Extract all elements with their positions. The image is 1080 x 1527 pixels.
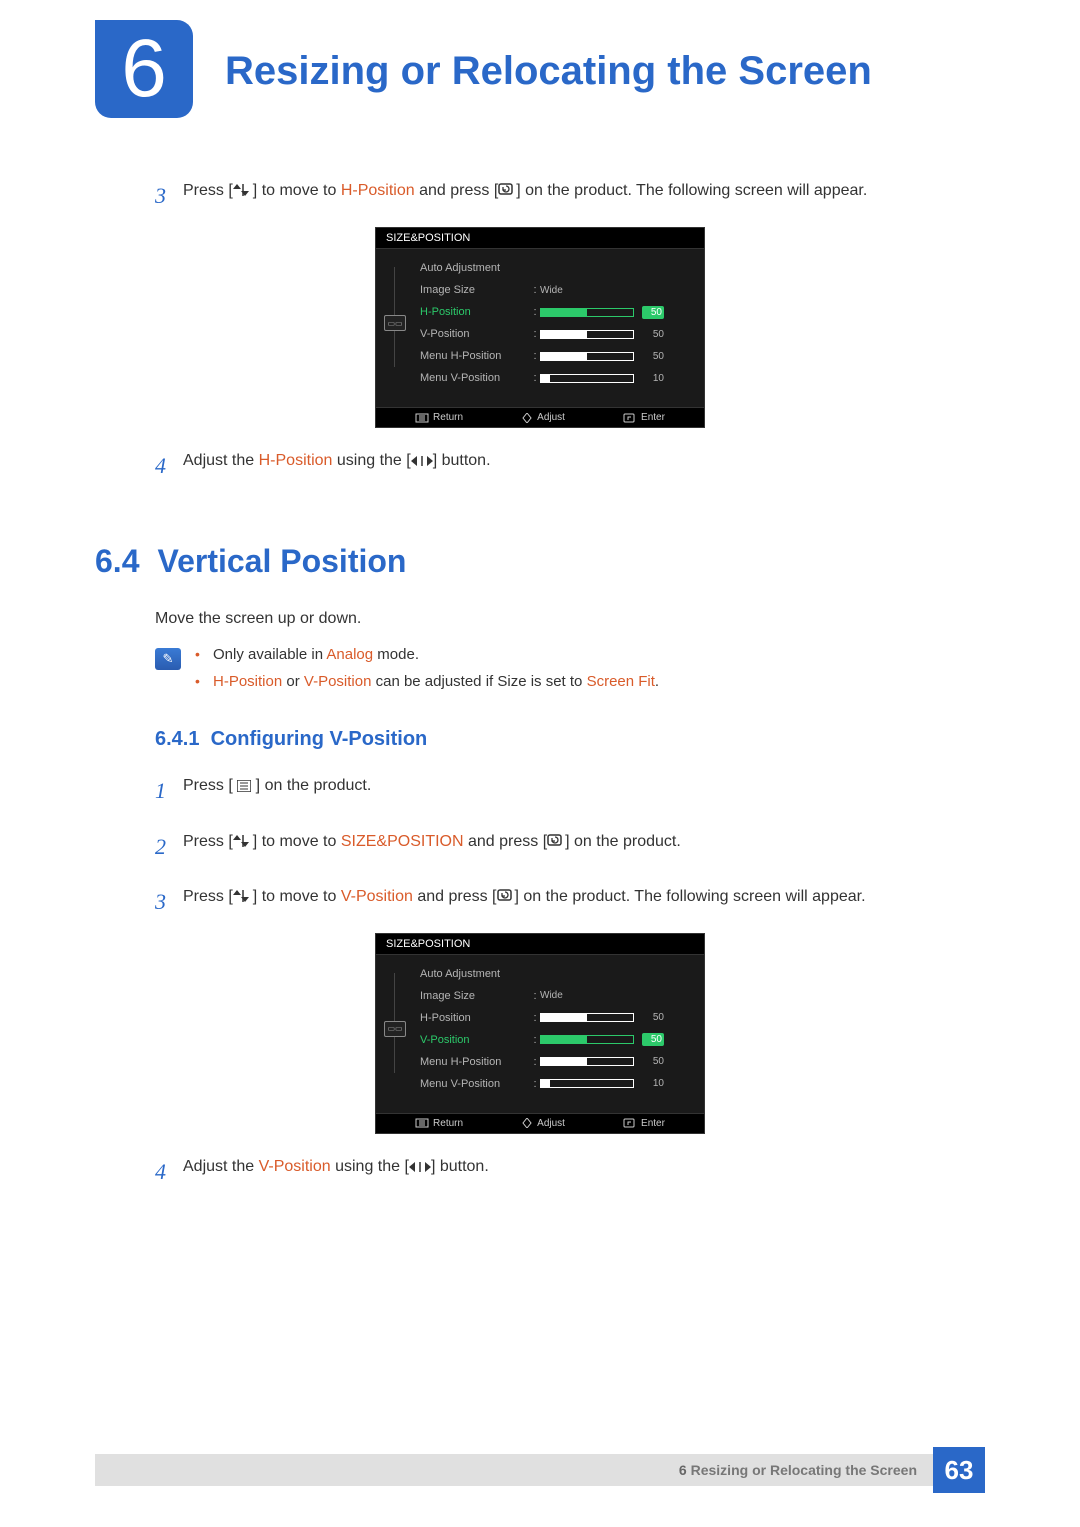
footer-bar: 6 Resizing or Relocating the Screen <box>95 1454 933 1486</box>
step-1-vposition: 1 Press [ ] on the product. <box>155 773 985 808</box>
osd-row: H-Position:50 <box>414 1007 694 1029</box>
osd-return-hint: Return <box>415 412 463 423</box>
h-position-highlight: H-Position <box>213 673 282 690</box>
note-item: H-Position or V-Position can be adjusted… <box>195 673 659 690</box>
osd-row: Image Size:Wide <box>414 279 694 301</box>
subsection-title: Configuring V-Position <box>211 728 428 750</box>
left-right-icon <box>409 1161 431 1173</box>
osd-footer: Return Adjust Enter <box>376 1113 704 1133</box>
section-description: Move the screen up or down. <box>155 610 985 628</box>
osd-row: Auto Adjustment <box>414 257 694 279</box>
note-list: Only available in Analog mode. H-Positio… <box>195 646 659 700</box>
step-2-vposition: 2 Press [] to move to SIZE&POSITION and … <box>155 829 985 864</box>
note-item: Only available in Analog mode. <box>195 646 659 663</box>
size-position-icon: ▭▭ <box>384 315 406 331</box>
section-number: 6.4 <box>95 543 139 580</box>
section-title: Vertical Position <box>157 543 406 580</box>
osd-row: Menu H-Position:50 <box>414 345 694 367</box>
v-position-highlight: V-Position <box>341 888 413 905</box>
page-header: 6 Resizing or Relocating the Screen <box>0 0 1080 118</box>
step-text: Adjust the H-Position using the [] butto… <box>183 448 985 483</box>
left-right-icon <box>411 455 433 467</box>
subsection-6-4-1-heading: 6.4.1 Configuring V-Position <box>155 728 985 751</box>
section-6-4-heading: 6.4 Vertical Position <box>95 543 985 580</box>
chapter-number-badge: 6 <box>95 20 193 118</box>
subsection-number: 6.4.1 <box>155 728 199 750</box>
enter-icon <box>497 889 515 903</box>
osd-enter-hint: Enter <box>623 412 665 423</box>
step-number: 1 <box>155 773 183 808</box>
osd-label: H-Position <box>420 1012 530 1024</box>
osd-label: Auto Adjustment <box>420 262 530 274</box>
step-text: Press [] to move to V-Position and press… <box>183 884 985 919</box>
osd-label: V-Position <box>420 1034 530 1046</box>
osd-label: Image Size <box>420 990 530 1002</box>
screen-fit-highlight: Screen Fit <box>587 673 655 690</box>
step-3-vposition: 3 Press [] to move to V-Position and pre… <box>155 884 985 919</box>
osd-label: Menu H-Position <box>420 1056 530 1068</box>
step-number: 2 <box>155 829 183 864</box>
step-text: Press [] to move to H-Position and press… <box>183 178 985 213</box>
enter-icon <box>547 834 565 848</box>
up-down-icon <box>233 834 253 848</box>
osd-label: Menu H-Position <box>420 350 530 362</box>
footer-chapter-title: Resizing or Relocating the Screen <box>691 1462 917 1478</box>
note-icon: ✎ <box>155 648 181 670</box>
step-4-hposition: 4 Adjust the H-Position using the [] but… <box>155 448 985 483</box>
osd-row: V-Position:50 <box>414 323 694 345</box>
size-position-highlight: SIZE&POSITION <box>341 833 464 850</box>
step-number: 3 <box>155 884 183 919</box>
step-text: Press [ ] on the product. <box>183 773 985 808</box>
step-3-hposition: 3 Press [] to move to H-Position and pre… <box>155 178 985 213</box>
osd-return-hint: Return <box>415 1118 463 1129</box>
osd-label: Auto Adjustment <box>420 968 530 980</box>
osd-menu-hposition: SIZE&POSITION ▭▭ Auto Adjustment Image Size… <box>375 227 705 428</box>
step-number: 4 <box>155 448 183 483</box>
osd-adjust-hint: Adjust <box>521 1118 565 1129</box>
h-position-highlight: H-Position <box>259 452 333 469</box>
footer-page-number: 63 <box>933 1447 985 1493</box>
note-block: ✎ Only available in Analog mode. H-Posit… <box>155 646 985 700</box>
step-text: Press [] to move to SIZE&POSITION and pr… <box>183 829 985 864</box>
osd-menu-vposition: SIZE&POSITION ▭▭ Auto Adjustment Image Size… <box>375 933 705 1134</box>
step-number: 4 <box>155 1154 183 1189</box>
size-position-icon: ▭▭ <box>384 1021 406 1037</box>
step-text: Adjust the V-Position using the [] butto… <box>183 1154 985 1189</box>
step-4-vposition: 4 Adjust the V-Position using the [] but… <box>155 1154 985 1189</box>
footer-chapter-number: 6 <box>679 1462 687 1478</box>
enter-icon <box>498 183 516 197</box>
v-position-highlight: V-Position <box>304 673 372 690</box>
osd-label: V-Position <box>420 328 530 340</box>
osd-row: V-Position:50 <box>414 1029 694 1051</box>
menu-icon <box>237 780 251 792</box>
osd-row: H-Position:50 <box>414 301 694 323</box>
osd-adjust-hint: Adjust <box>521 412 565 423</box>
osd-row: Menu V-Position:10 <box>414 367 694 389</box>
chapter-title: Resizing or Relocating the Screen <box>225 49 872 94</box>
up-down-icon <box>233 183 253 197</box>
osd-label: Menu V-Position <box>420 1078 530 1090</box>
osd-row: Auto Adjustment <box>414 963 694 985</box>
osd-title: SIZE&POSITION <box>376 934 704 955</box>
osd-enter-hint: Enter <box>623 1118 665 1129</box>
osd-row: Menu H-Position:50 <box>414 1051 694 1073</box>
h-position-highlight: H-Position <box>341 182 415 199</box>
analog-highlight: Analog <box>326 646 373 663</box>
osd-label: Image Size <box>420 284 530 296</box>
osd-label: Menu V-Position <box>420 372 530 384</box>
step-number: 3 <box>155 178 183 213</box>
osd-row: Image Size:Wide <box>414 985 694 1007</box>
osd-footer: Return Adjust Enter <box>376 407 704 427</box>
v-position-highlight: V-Position <box>259 1158 331 1175</box>
osd-title: SIZE&POSITION <box>376 228 704 249</box>
up-down-icon <box>233 889 253 903</box>
osd-label: H-Position <box>420 306 530 318</box>
page-footer: 6 Resizing or Relocating the Screen 63 <box>95 1447 985 1493</box>
osd-row: Menu V-Position:10 <box>414 1073 694 1095</box>
